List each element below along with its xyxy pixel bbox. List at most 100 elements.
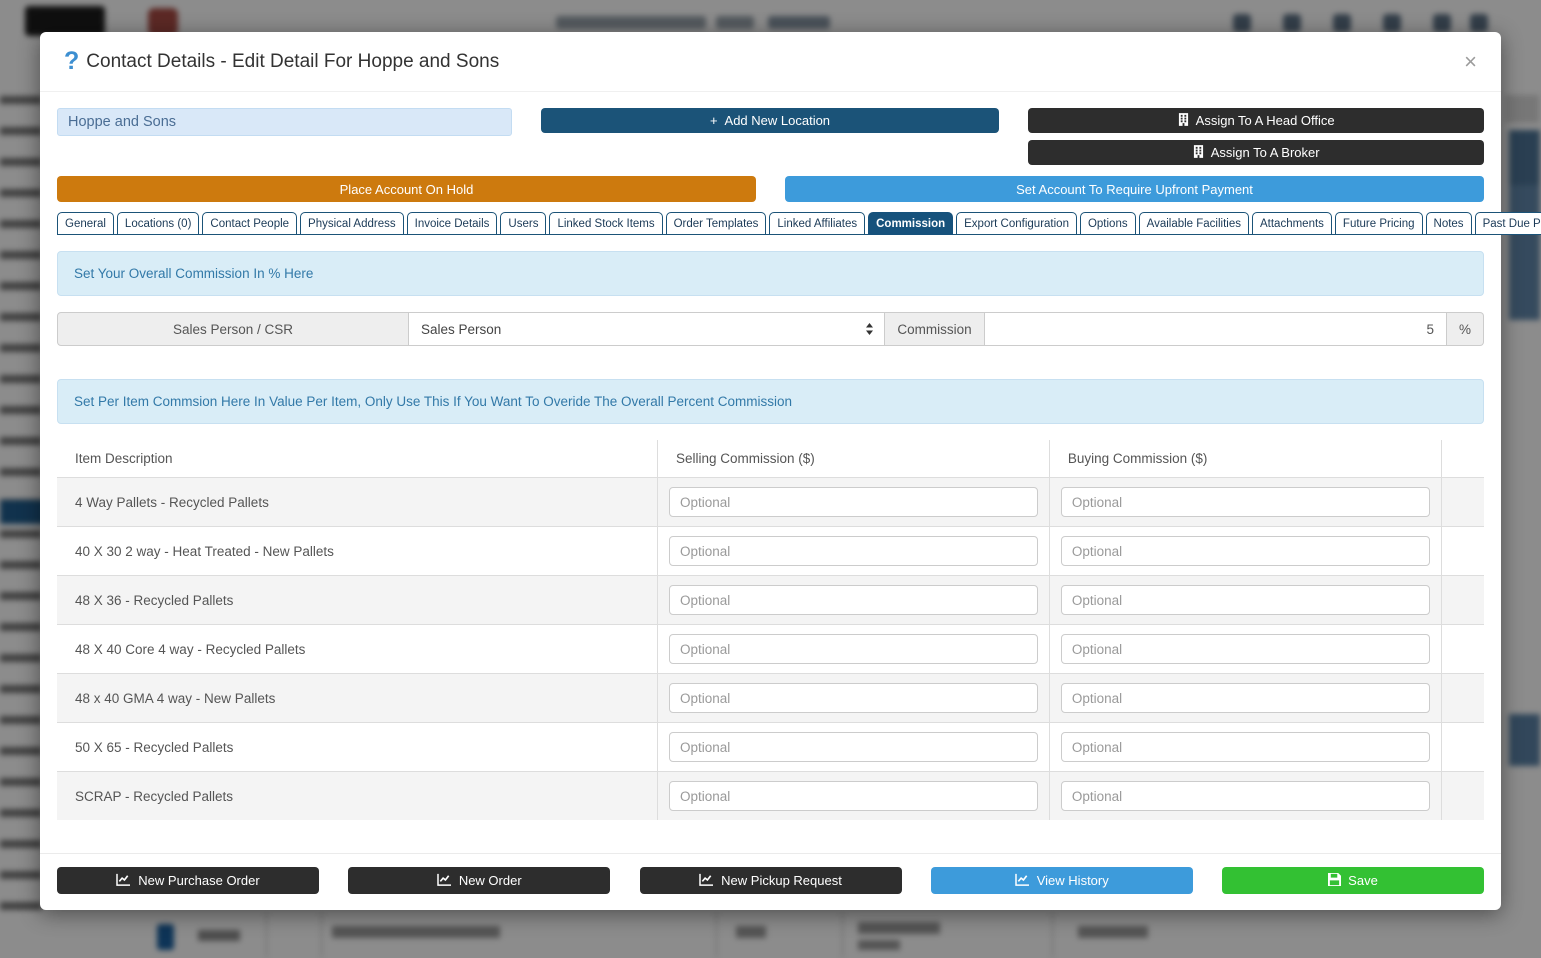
table-row: SCRAP - Recycled Pallets (57, 771, 1484, 820)
chart-line-icon (699, 873, 714, 889)
new-purchase-order-label: New Purchase Order (138, 873, 260, 888)
assign-broker-label: Assign To A Broker (1210, 145, 1320, 160)
buying-commission-input[interactable] (1060, 634, 1430, 664)
row-empty-cell (1440, 625, 1484, 673)
new-pickup-request-button[interactable]: New Pickup Request (639, 867, 902, 894)
selling-commission-input[interactable] (668, 634, 1038, 664)
tab-order-templates[interactable]: Order Templates (665, 212, 767, 235)
row-empty-cell (1440, 723, 1484, 771)
account-actions-row: + Add New Location Assign To A Head Offi… (57, 108, 1484, 165)
item-description: 50 X 65 - Recycled Pallets (75, 739, 234, 755)
item-description: SCRAP - Recycled Pallets (75, 788, 234, 804)
sales-person-csr-label: Sales Person / CSR (57, 312, 409, 346)
new-order-button[interactable]: New Order (348, 867, 611, 894)
assign-head-office-button[interactable]: Assign To A Head Office (1028, 108, 1484, 133)
tab-invoice-details[interactable]: Invoice Details (406, 212, 498, 235)
row-empty-cell (1440, 576, 1484, 624)
building-icon (1193, 144, 1204, 161)
per-item-commission-info: Set Per Item Commsion Here In Value Per … (57, 379, 1484, 424)
sales-person-select[interactable]: Sales Person (409, 312, 886, 346)
commission-label: Commission (885, 312, 984, 346)
header-item-description: Item Description (75, 451, 173, 466)
selling-commission-input[interactable] (668, 732, 1038, 762)
selling-commission-input[interactable] (668, 781, 1038, 811)
tab-locations[interactable]: Locations (0) (116, 212, 200, 235)
building-icon (1178, 112, 1189, 129)
modal-body: + Add New Location Assign To A Head Offi… (40, 92, 1541, 853)
modal-title: Contact Details - Edit Detail For Hoppe … (86, 50, 500, 72)
tab-contact-people[interactable]: Contact People (202, 212, 298, 235)
buying-commission-input[interactable] (1060, 683, 1430, 713)
tab-export-configuration[interactable]: Export Configuration (956, 212, 1077, 235)
header-selling-commission: Selling Commission ($) (656, 440, 1049, 477)
overall-commission-info: Set Your Overall Commission In % Here (57, 251, 1484, 296)
new-pickup-request-label: New Pickup Request (721, 873, 842, 888)
table-row: 4 Way Pallets - Recycled Pallets (57, 477, 1484, 526)
header-buying-commission: Buying Commission ($) (1048, 440, 1441, 477)
tab-users[interactable]: Users (500, 212, 547, 235)
buying-commission-input[interactable] (1060, 585, 1430, 615)
tab-linked-stock-items[interactable]: Linked Stock Items (549, 212, 663, 235)
tab-options[interactable]: Options (1079, 212, 1136, 235)
row-empty-cell (1440, 772, 1484, 820)
contact-details-modal: ? Contact Details - Edit Detail For Hopp… (40, 32, 1541, 910)
help-icon[interactable]: ? (64, 47, 79, 76)
assign-buttons-column: Assign To A Head Office Assign To A Brok… (1028, 108, 1484, 165)
table-row: 48 X 40 Core 4 way - Recycled Pallets (57, 624, 1484, 673)
commission-input-group: Sales Person / CSR Sales Person Commissi… (57, 312, 1484, 346)
buying-commission-input[interactable] (1060, 732, 1430, 762)
selling-commission-input[interactable] (668, 487, 1038, 517)
tab-available-facilities[interactable]: Available Facilities (1138, 212, 1249, 235)
view-history-label: View History (1036, 873, 1109, 888)
new-order-label: New Order (458, 873, 522, 888)
table-row: 48 X 36 - Recycled Pallets (57, 575, 1484, 624)
item-description: 48 X 40 Core 4 way - Recycled Pallets (75, 641, 306, 657)
row-empty-cell (1440, 527, 1484, 575)
save-icon (1328, 872, 1342, 889)
tab-general[interactable]: General (57, 212, 114, 235)
percent-unit-label: % (1446, 312, 1484, 346)
close-icon[interactable]: × (1464, 50, 1477, 73)
modal-footer: New Purchase Order New Order New Pickup … (40, 853, 1501, 910)
tab-bar: General Locations (0) Contact People Phy… (57, 212, 1541, 235)
buying-commission-input[interactable] (1060, 487, 1430, 517)
add-new-location-label: Add New Location (724, 113, 831, 128)
row-empty-cell (1440, 674, 1484, 722)
account-name-input[interactable] (57, 108, 512, 136)
tab-past-due-payments[interactable]: Past Due Payments (1474, 212, 1541, 235)
item-description: 48 X 36 - Recycled Pallets (75, 592, 234, 608)
chart-line-icon (437, 873, 452, 889)
save-button[interactable]: Save (1222, 867, 1484, 894)
chart-line-icon (116, 873, 131, 889)
new-purchase-order-button[interactable]: New Purchase Order (57, 867, 319, 894)
table-row: 40 X 30 2 way - Heat Treated - New Palle… (57, 526, 1484, 575)
tab-future-pricing[interactable]: Future Pricing (1334, 212, 1423, 235)
chart-line-icon (1014, 873, 1030, 889)
row-empty-cell (1440, 478, 1484, 526)
add-new-location-button[interactable]: + Add New Location (540, 108, 1000, 133)
save-label: Save (1348, 873, 1378, 888)
place-account-on-hold-button[interactable]: Place Account On Hold (57, 176, 756, 202)
item-description: 4 Way Pallets - Recycled Pallets (75, 494, 269, 510)
upfront-payment-button[interactable]: Set Account To Require Upfront Payment (785, 176, 1484, 202)
table-row: 48 x 40 GMA 4 way - New Pallets (57, 673, 1484, 722)
tab-attachments[interactable]: Attachments (1252, 212, 1332, 235)
commission-percent-input[interactable] (983, 312, 1447, 346)
assign-head-office-label: Assign To A Head Office (1195, 113, 1335, 128)
selling-commission-input[interactable] (668, 585, 1038, 615)
modal-header: ? Contact Details - Edit Detail For Hopp… (40, 32, 1501, 92)
view-history-button[interactable]: View History (930, 867, 1193, 894)
table-row: 50 X 65 - Recycled Pallets (57, 722, 1484, 771)
selling-commission-input[interactable] (668, 536, 1038, 566)
commission-table: Item Description Selling Commission ($) … (57, 440, 1484, 820)
header-empty (1440, 440, 1484, 477)
buying-commission-input[interactable] (1060, 781, 1430, 811)
assign-broker-button[interactable]: Assign To A Broker (1028, 140, 1484, 165)
tab-physical-address[interactable]: Physical Address (300, 212, 404, 235)
tab-linked-affiliates[interactable]: Linked Affiliates (769, 212, 866, 235)
tab-notes[interactable]: Notes (1425, 212, 1472, 235)
item-description: 40 X 30 2 way - Heat Treated - New Palle… (75, 543, 334, 559)
buying-commission-input[interactable] (1060, 536, 1430, 566)
tab-commission[interactable]: Commission (868, 212, 954, 235)
selling-commission-input[interactable] (668, 683, 1038, 713)
